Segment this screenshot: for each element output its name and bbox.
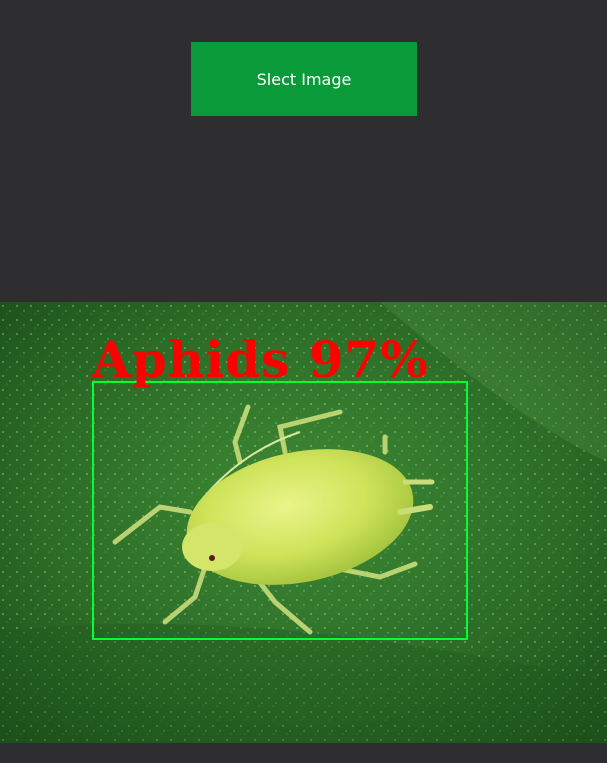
bottom-bar bbox=[0, 743, 607, 763]
app-screen: Slect Image Aphids 97% bbox=[0, 0, 607, 763]
detection-label: Aphids 97% bbox=[92, 330, 429, 389]
select-image-button[interactable]: Slect Image bbox=[191, 42, 417, 116]
detection-bounding-box bbox=[92, 381, 468, 640]
